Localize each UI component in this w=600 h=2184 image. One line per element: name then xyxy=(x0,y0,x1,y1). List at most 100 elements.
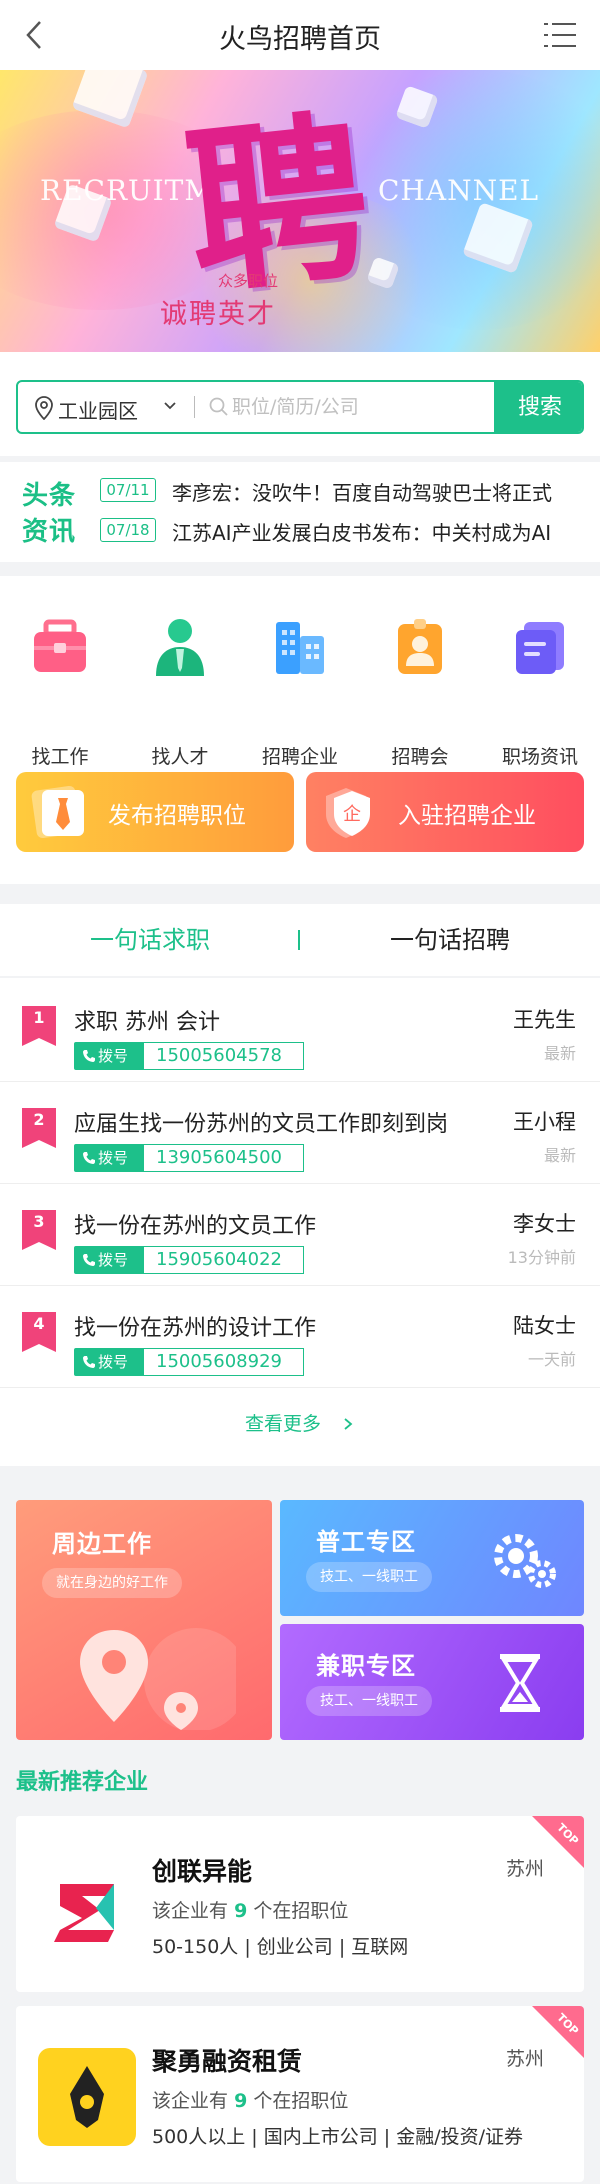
list-menu-icon[interactable] xyxy=(544,22,576,48)
recruit-banner[interactable]: RECRUITM CHANNEL 聘 众多职位 诚聘英才 xyxy=(0,70,600,352)
nav-find-talent[interactable]: 找人才 xyxy=(120,616,240,768)
location-pin-icon xyxy=(80,1628,236,1730)
news-item[interactable]: 李彦宏：没吹牛！百度自动驾驶巴士将正式 xyxy=(172,477,588,506)
list-item[interactable]: 3 找一份在苏州的文员工作 拨号 15905604022 李女士 13分钟前 xyxy=(0,1182,600,1286)
job-tabs: 一句话求职 一句话招聘 xyxy=(0,904,600,976)
post-time: 一天前 xyxy=(527,1350,576,1369)
headline-logo-line1: 头条 xyxy=(22,481,77,511)
nav-career-news[interactable]: 职场资讯 xyxy=(480,616,600,768)
nav-label: 找工作 xyxy=(31,746,89,768)
chevron-down-icon[interactable] xyxy=(162,398,178,414)
zone-part-time[interactable]: 兼职专区 技工、一线职工 xyxy=(280,1624,584,1740)
tab-job-seeking[interactable]: 一句话求职 xyxy=(0,904,300,976)
banner-subtitle: 诚聘英才 xyxy=(160,299,276,330)
rank-number: 2 xyxy=(33,1110,45,1129)
company-name: 创联异能 xyxy=(152,1857,253,1886)
location-pin-icon xyxy=(35,396,53,420)
search-button[interactable]: 搜索 xyxy=(494,382,582,432)
search-icon xyxy=(209,397,228,416)
job-title: 应届生找一份苏州的文员工作即刻到岗 xyxy=(74,1112,449,1137)
job-title: 求职 苏州 会计 xyxy=(74,1010,220,1035)
rank-number: 3 xyxy=(33,1212,45,1231)
join-company-label: 入驻招聘企业 xyxy=(398,803,536,829)
rank-number: 1 xyxy=(33,1008,45,1027)
page-title: 火鸟招聘首页 xyxy=(219,24,381,55)
nav-label: 招聘会 xyxy=(391,746,449,768)
zone-nearby[interactable]: 周边工作 就在身边的好工作 xyxy=(16,1500,272,1740)
phone-number[interactable]: 15005608929 xyxy=(144,1348,304,1376)
briefcase-icon xyxy=(34,619,86,672)
contact-name: 陆女士 xyxy=(513,1314,576,1338)
tab-hiring[interactable]: 一句话招聘 xyxy=(300,904,600,976)
chevron-right-icon xyxy=(344,1418,353,1430)
buildings-icon xyxy=(276,622,324,674)
rank-number: 4 xyxy=(33,1314,45,1333)
zone-subtitle: 技工、一线职工 xyxy=(306,1686,432,1716)
phone-number[interactable]: 13905604500 xyxy=(144,1144,304,1172)
phone-icon xyxy=(83,1050,95,1062)
company-city: 苏州 xyxy=(506,1858,545,1880)
phone-number[interactable]: 15905604022 xyxy=(144,1246,304,1274)
zone-subtitle: 就在身边的好工作 xyxy=(42,1568,182,1598)
headline-news: 头条 资讯 07/11 李彦宏：没吹牛！百度自动驾驶巴士将正式 07/18 江苏… xyxy=(0,462,600,562)
company-tags: 500人以上 | 国内上市公司 | 金融/投资/证券 xyxy=(152,2126,524,2148)
post-time: 13分钟前 xyxy=(507,1248,576,1267)
zone-subtitle: 技工、一线职工 xyxy=(306,1562,432,1592)
zone-title: 兼职专区 xyxy=(316,1652,416,1680)
nav-label: 找人才 xyxy=(151,746,209,768)
view-more-label: 查看更多 xyxy=(244,1413,321,1435)
search-input[interactable] xyxy=(232,391,482,423)
news-date: 07/18 xyxy=(100,518,156,542)
post-time: 最新 xyxy=(543,1044,576,1063)
company-job-count: 该企业有 9 个在招职位 xyxy=(152,1900,349,1922)
document-icon xyxy=(516,622,564,674)
list-item[interactable]: 2 应届生找一份苏州的文员工作即刻到岗 拨号 13905604500 王小程 最… xyxy=(0,1080,600,1184)
contact-name: 王小程 xyxy=(513,1110,576,1134)
company-tags: 50-150人 | 创业公司 | 互联网 xyxy=(152,1936,409,1958)
shield-icon: 企 xyxy=(326,788,370,838)
job-title: 找一份在苏州的设计工作 xyxy=(74,1316,317,1341)
phone-icon xyxy=(83,1356,95,1368)
company-job-count: 该企业有 9 个在招职位 xyxy=(152,2090,349,2112)
top-bar: 火鸟招聘首页 xyxy=(0,0,600,70)
contact-name: 王先生 xyxy=(513,1008,576,1032)
join-company-button[interactable]: 企 入驻招聘企业 xyxy=(306,772,584,852)
phone-icon xyxy=(83,1254,95,1266)
job-list: 1 求职 苏州 会计 拨号 15005604578 王先生 最新 2 应届生找一… xyxy=(0,978,600,1466)
company-card[interactable]: TOP 聚勇融资租赁 苏州 该企业有 9 个在招职位 500人以上 | 国内上市… xyxy=(16,2006,584,2182)
nav-label: 职场资讯 xyxy=(501,746,578,768)
company-card[interactable]: TOP 创联异能 苏州 该企业有 9 个在招职位 50-150人 | 创业公司 … xyxy=(16,1816,584,1992)
feature-nav: 找工作 找人才 招聘企业 招聘会 职场资讯 发布招聘职位 企 入驻招聘企业 xyxy=(0,576,600,884)
post-job-button[interactable]: 发布招聘职位 xyxy=(16,772,294,852)
nav-companies[interactable]: 招聘企业 xyxy=(240,616,360,768)
zone-title: 普工专区 xyxy=(316,1528,416,1556)
post-job-label: 发布招聘职位 xyxy=(108,803,246,829)
section-title: 最新推荐企业 xyxy=(16,1770,149,1795)
post-time: 最新 xyxy=(543,1146,576,1165)
person-icon xyxy=(156,619,204,676)
id-card-icon xyxy=(398,619,442,674)
zone-general-work[interactable]: 普工专区 技工、一线职工 xyxy=(280,1500,584,1616)
hourglass-icon xyxy=(500,1654,540,1712)
phone-number[interactable]: 15005604578 xyxy=(144,1042,304,1070)
nav-job-fair[interactable]: 招聘会 xyxy=(360,616,480,768)
company-logo xyxy=(38,1858,136,1956)
svg-text:企: 企 xyxy=(343,804,361,825)
search-bar: 工业园区 搜索 xyxy=(16,380,584,434)
news-item[interactable]: 江苏AI产业发展白皮书发布：中关村成为AI xyxy=(172,517,588,546)
view-more-link[interactable]: 查看更多 xyxy=(0,1386,600,1462)
company-name: 聚勇融资租赁 xyxy=(152,2047,303,2076)
headline-logo-line2: 资讯 xyxy=(22,517,77,547)
company-city: 苏州 xyxy=(506,2048,545,2070)
contact-name: 李女士 xyxy=(513,1212,576,1236)
zone-title: 周边工作 xyxy=(52,1530,152,1558)
nav-find-job[interactable]: 找工作 xyxy=(0,616,120,768)
banner-subtitle-small: 众多职位 xyxy=(218,272,279,290)
job-title: 找一份在苏州的文员工作 xyxy=(74,1214,317,1239)
tie-icon xyxy=(31,785,84,839)
banner-english-right: CHANNEL xyxy=(378,174,540,207)
area-selector[interactable]: 工业园区 xyxy=(58,395,138,424)
company-logo xyxy=(38,2048,136,2146)
list-item[interactable]: 1 求职 苏州 会计 拨号 15005604578 王先生 最新 xyxy=(0,978,600,1082)
list-item[interactable]: 4 找一份在苏州的设计工作 拨号 15005608929 陆女士 一天前 xyxy=(0,1284,600,1388)
